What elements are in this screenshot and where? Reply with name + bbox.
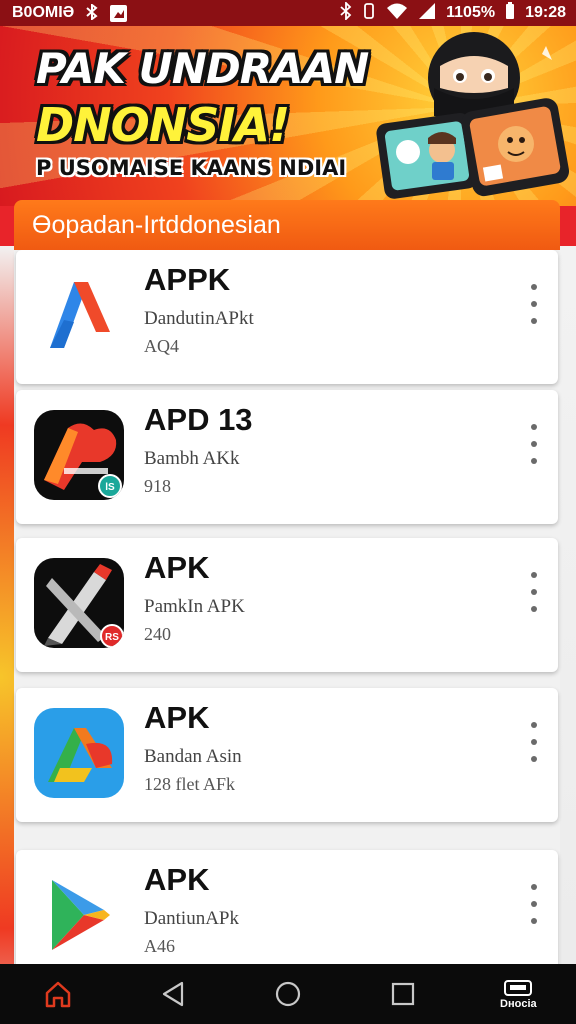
status-left: B0OMIƏ [12, 2, 128, 23]
nav-back-button[interactable] [138, 966, 208, 1022]
status-bar: B0OMIƏ 1105% 19:28 [0, 0, 576, 26]
list-item-app-3[interactable]: RS APK PamkIn APK 240 [16, 538, 558, 672]
list-item-app-1[interactable]: APPK DandutinAPkt AQ4 [16, 250, 558, 384]
app-size: 128 flet AFk [144, 774, 236, 794]
battery-percent: 1105% [446, 4, 496, 21]
game-controller-icon [504, 979, 533, 996]
more-options-icon[interactable] [528, 284, 540, 324]
banner-title-line2: DNONSIA! [36, 98, 290, 152]
navigation-bar: Dʜocia [0, 964, 576, 1024]
svg-text:RS: RS [105, 632, 119, 643]
banner-mascot-illustration [376, 32, 570, 199]
promo-banner[interactable]: PAK UNDRAAN DNONSIA! P USOMAISE KAANS ND… [0, 26, 576, 206]
app-subtitle: PamkIn APK [144, 596, 245, 617]
recents-square-icon [392, 982, 415, 1006]
nav-extra-button[interactable]: Dʜocia [483, 966, 553, 1022]
app-title: APD 13 [144, 402, 253, 437]
red-orange-cloud-icon: lS [34, 410, 124, 500]
more-options-icon[interactable] [528, 884, 540, 924]
wifi-icon [386, 2, 408, 25]
app-size: AQ4 [144, 336, 179, 356]
status-carrier: B0OMIƏ [12, 4, 75, 21]
svg-text:lS: lS [105, 482, 115, 493]
bluetooth-icon [340, 0, 352, 25]
back-triangle-icon [162, 981, 183, 1007]
banner-subtitle: P USOMAISE KAANS NDIAI [36, 156, 347, 180]
nav-home-button[interactable] [23, 966, 93, 1022]
app-subtitle: DandutinAPkt [144, 308, 254, 329]
vibrate-icon [362, 2, 376, 25]
app-size: A46 [144, 936, 175, 956]
signal-icon [418, 2, 436, 25]
pen-tools-icon: RS [34, 558, 124, 648]
app-notification-icon [110, 4, 128, 22]
banner-title-line1: PAK UNDRAAN [36, 44, 369, 93]
colorful-a-icon [34, 708, 124, 798]
more-options-icon[interactable] [528, 722, 540, 762]
more-options-icon[interactable] [528, 424, 540, 464]
app-size: 240 [144, 624, 171, 644]
app-title: APK [144, 550, 210, 585]
more-options-icon[interactable] [528, 572, 540, 612]
bluetooth-mini-icon [84, 2, 100, 23]
app-title: APK [144, 862, 210, 897]
clock: 19:28 [525, 4, 566, 21]
nav-home-circle-button[interactable] [253, 966, 323, 1022]
play-store-icon [34, 870, 124, 960]
list-item-app-5[interactable]: APK DantiunAPk A46 [16, 850, 558, 964]
app-subtitle: DantiunAPk [144, 908, 239, 929]
section-header: Ɵopadan-Irtddonesian [14, 200, 560, 250]
app-subtitle: Bandan Asin [144, 746, 242, 767]
nav-recents-button[interactable] [368, 966, 438, 1022]
app-size: 918 [144, 476, 171, 496]
red-blue-a-icon [34, 270, 124, 360]
nav-extra-label: Dʜocia [500, 997, 537, 1010]
app-list[interactable]: APPK DandutinAPkt AQ4 lS APD 13 Bambh AK… [0, 246, 576, 964]
battery-icon [505, 1, 515, 25]
list-item-app-2[interactable]: lS APD 13 Bambh AKk 918 [16, 390, 558, 524]
home-icon [45, 981, 70, 1008]
list-item-app-4[interactable]: APK Bandan Asin 128 flet AFk [16, 688, 558, 822]
section-title: Ɵopadan-Irtddonesian [32, 210, 281, 239]
app-title: APK [144, 700, 210, 735]
app-title: APPK [144, 262, 231, 297]
app-subtitle: Bambh AKk [144, 448, 240, 469]
status-right: 1105% 19:28 [340, 0, 566, 25]
home-circle-icon [275, 981, 301, 1007]
